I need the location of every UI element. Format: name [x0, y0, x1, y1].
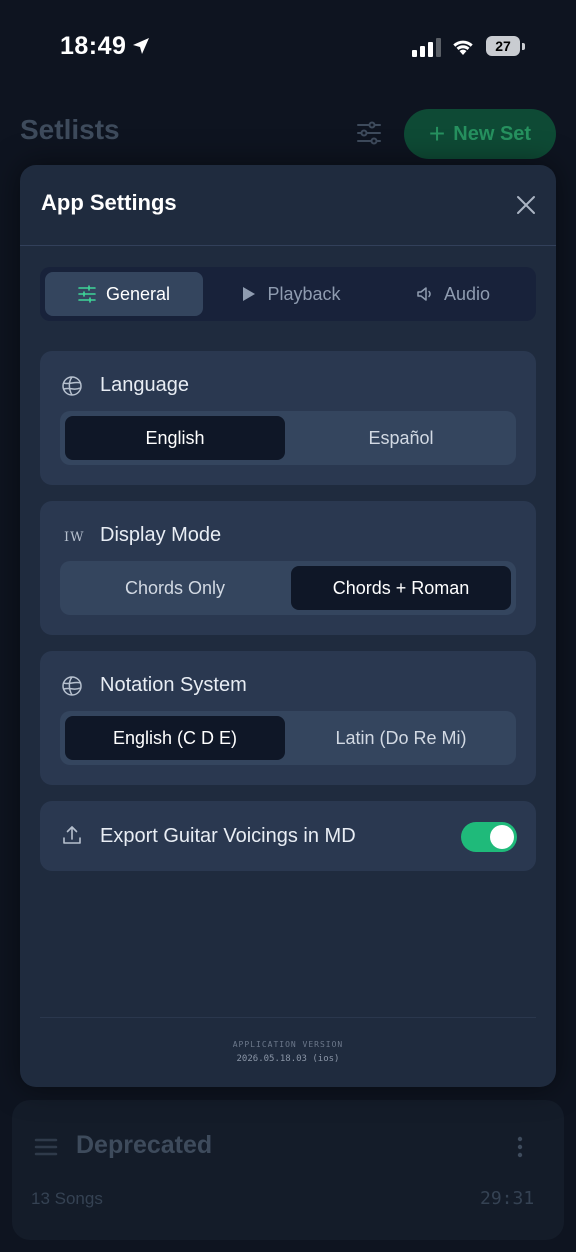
globe-icon — [62, 676, 82, 696]
tab-audio-label: Audio — [443, 283, 491, 304]
notation-label: Notation System — [100, 674, 247, 696]
upload-icon — [63, 826, 81, 844]
close-icon[interactable] — [514, 193, 538, 217]
export-section: Export Guitar Voicings in MD — [40, 801, 536, 871]
language-section: Language English Español — [40, 351, 536, 485]
tab-general-label: General — [105, 283, 171, 304]
setlist-title: Deprecated — [76, 1131, 213, 1159]
tab-playback[interactable]: Playback — [215, 272, 365, 316]
page-title: Setlists — [20, 114, 120, 145]
tab-general[interactable]: General — [45, 272, 203, 316]
new-set-label: New Set — [453, 122, 532, 145]
setlist-card[interactable] — [12, 1100, 564, 1240]
more-vertical-icon[interactable] — [515, 1136, 525, 1158]
display-mode-section: IW Display Mode Chords Only Chords + Rom… — [40, 501, 536, 635]
modal-title: App Settings — [41, 190, 177, 215]
cellular-signal-icon — [412, 38, 441, 57]
speaker-icon — [417, 287, 431, 301]
version-value: 2026.05.18.03 (ios) — [236, 1054, 340, 1064]
display-mode-icon: IW — [64, 530, 85, 545]
language-option-english[interactable]: English — [65, 416, 285, 460]
notation-option-english[interactable]: English (C D E) — [65, 716, 285, 760]
battery-icon: 27 — [486, 36, 526, 56]
play-icon — [243, 287, 256, 301]
display-mode-label: Display Mode — [100, 524, 222, 546]
display-option-chords-roman[interactable]: Chords + Roman — [291, 566, 511, 610]
setlist-song-count: 13 Songs — [31, 1189, 103, 1208]
notation-selector: English (C D E) Latin (Do Re Mi) — [60, 711, 516, 765]
new-set-button[interactable]: + New Set — [404, 109, 556, 159]
version-label: APPLICATION VERSION — [232, 1040, 344, 1049]
setlist-duration: 29:31 — [480, 1188, 535, 1209]
sliders-icon — [78, 285, 96, 303]
tab-playback-label: Playback — [267, 283, 341, 304]
toggle-knob — [490, 825, 514, 849]
export-label: Export Guitar Voicings in MD — [100, 825, 356, 847]
footer-divider — [40, 1017, 536, 1018]
notation-section: Notation System English (C D E) Latin (D… — [40, 651, 536, 785]
settings-tabs: General Playback Audio — [40, 267, 536, 321]
filter-sliders-icon[interactable] — [356, 121, 382, 145]
modal-divider — [20, 245, 556, 246]
tab-audio[interactable]: Audio — [375, 272, 531, 316]
drag-handle-icon[interactable] — [34, 1138, 58, 1156]
display-mode-selector: Chords Only Chords + Roman — [60, 561, 516, 615]
language-option-espanol[interactable]: Español — [291, 416, 511, 460]
plus-icon: + — [428, 118, 446, 149]
status-time: 18:49 — [60, 32, 127, 60]
language-label: Language — [100, 374, 189, 396]
location-arrow-icon — [133, 38, 149, 54]
battery-level: 27 — [495, 38, 511, 54]
display-option-chords-only[interactable]: Chords Only — [65, 566, 285, 610]
globe-icon — [62, 376, 82, 396]
export-toggle[interactable] — [461, 822, 517, 852]
language-selector: English Español — [60, 411, 516, 465]
settings-modal: App Settings General Playback Audio Lang… — [20, 165, 556, 1087]
notation-option-latin[interactable]: Latin (Do Re Mi) — [291, 716, 511, 760]
status-bar: 18:49 27 — [0, 0, 576, 90]
wifi-icon — [453, 40, 473, 55]
